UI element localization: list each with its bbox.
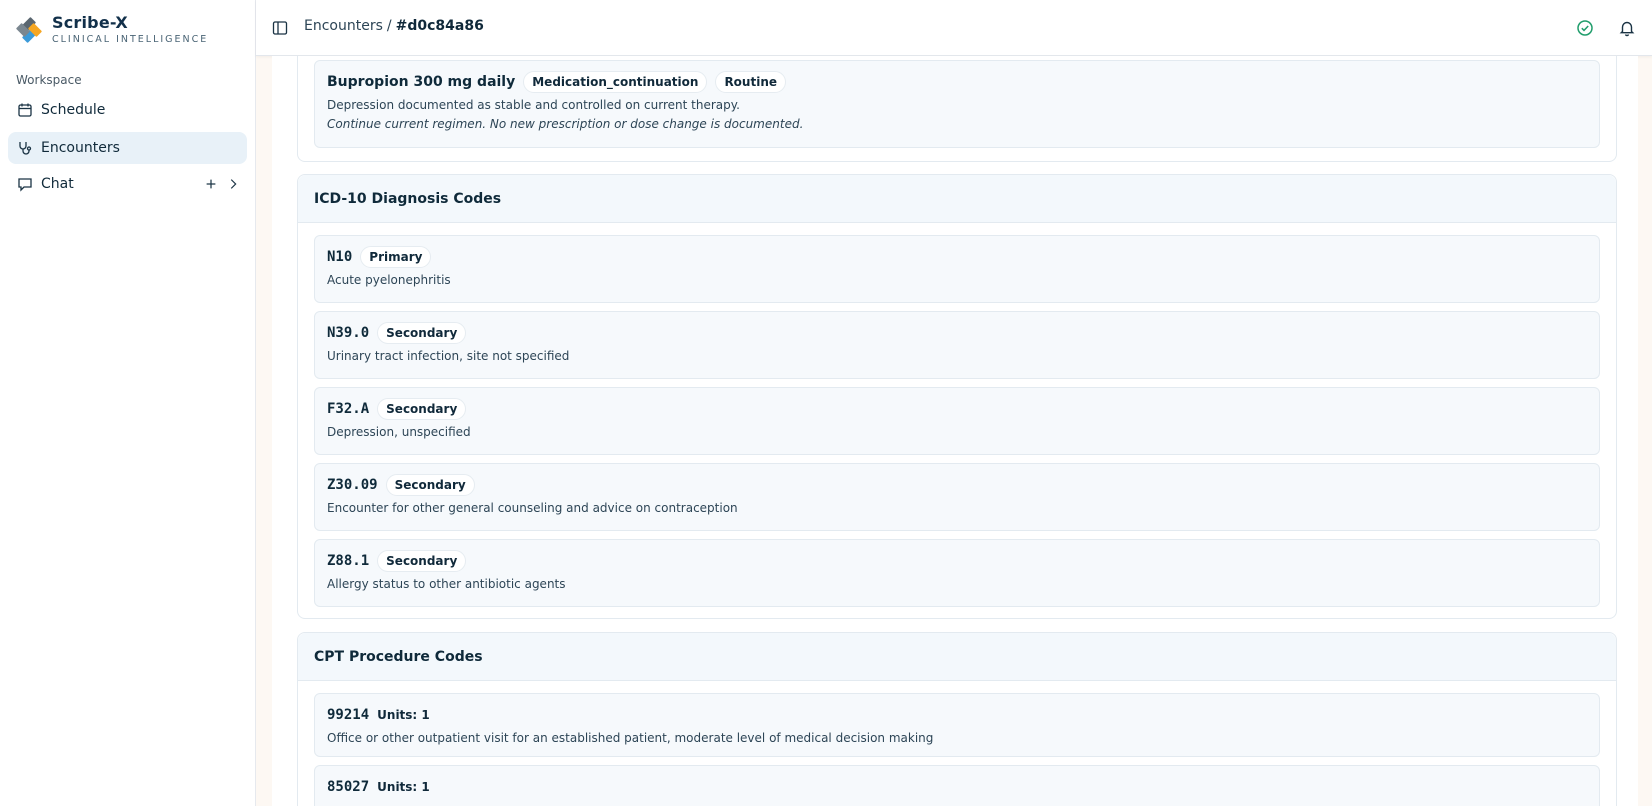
cpt-section-title: CPT Procedure Codes (298, 633, 1616, 681)
brand-tagline: CLINICAL INTELLIGENCE (52, 34, 209, 45)
sidebar-item-label: Encounters (41, 140, 120, 156)
icd-code: N39.0 (327, 325, 370, 341)
medication-description: Depression documented as stable and cont… (327, 98, 740, 112)
brand[interactable]: Scribe-X CLINICAL INTELLIGENCE (16, 14, 208, 46)
sidebar-item-encounters[interactable]: Encounters (8, 132, 247, 164)
icd-code-item[interactable]: N10 Primary Acute pyelonephritis (314, 235, 1600, 303)
icd-code: N10 (327, 249, 353, 265)
icd10-section: ICD-10 Diagnosis Codes N10 Primary Acute… (297, 174, 1617, 619)
rank-badge: Secondary (377, 398, 467, 420)
cpt-code-item[interactable]: 99214 Units: 1 Office or other outpatien… (314, 693, 1600, 757)
icd-description: Allergy status to other antibiotic agent… (327, 577, 566, 591)
medication-priority-badge: Routine (715, 71, 786, 93)
calendar-icon (17, 102, 33, 118)
breadcrumb-current: #d0c84a86 (395, 18, 484, 34)
icd-code: Z88.1 (327, 553, 370, 569)
brand-name: Scribe-X (52, 13, 128, 32)
breadcrumb-separator: / (386, 18, 392, 34)
medication-name: Bupropion 300 mg daily (327, 74, 516, 90)
medication-note: Continue current regimen. No new prescri… (327, 117, 804, 131)
icd-description: Encounter for other general counseling a… (327, 501, 738, 515)
cpt-code: 85027 (327, 779, 370, 795)
rank-badge: Primary (360, 246, 432, 268)
icd-description: Acute pyelonephritis (327, 273, 451, 287)
icd-description: Depression, unspecified (327, 425, 471, 439)
icd-code-item[interactable]: Z30.09 Secondary Encounter for other gen… (314, 463, 1600, 531)
icd10-section-title: ICD-10 Diagnosis Codes (298, 175, 1616, 223)
units-label: Units: 1 (377, 780, 430, 794)
medication-item[interactable]: Bupropion 300 mg daily Medication_contin… (314, 60, 1600, 148)
chevron-right-icon[interactable] (225, 176, 241, 192)
icd-code-item[interactable]: F32.A Secondary Depression, unspecified (314, 387, 1600, 455)
cpt-code: 99214 (327, 707, 370, 723)
breadcrumb: Encounters / #d0c84a86 (304, 18, 484, 34)
plus-icon[interactable] (203, 176, 219, 192)
icd-code-item[interactable]: Z88.1 Secondary Allergy status to other … (314, 539, 1600, 607)
icd-code: F32.A (327, 401, 370, 417)
notification-bell-icon[interactable] (1618, 19, 1636, 37)
top-header: Encounters / #d0c84a86 (256, 0, 1652, 56)
rank-badge: Secondary (377, 550, 467, 572)
units-label: Units: 1 (377, 708, 430, 722)
section-label-workspace: Workspace (16, 73, 82, 87)
cpt-description: Office or other outpatient visit for an … (327, 731, 934, 745)
scribe-x-logo-icon (16, 17, 42, 43)
icd-description: Urinary tract infection, site not specif… (327, 349, 570, 363)
medication-type-badge: Medication_continuation (523, 71, 708, 93)
icd-code-item[interactable]: N39.0 Secondary Urinary tract infection,… (314, 311, 1600, 379)
breadcrumb-encounters[interactable]: Encounters (304, 18, 383, 34)
status-check-icon[interactable] (1576, 19, 1594, 37)
sidebar-item-schedule[interactable]: Schedule (8, 94, 247, 126)
sidebar-item-label: Schedule (41, 102, 106, 118)
stethoscope-icon (17, 140, 33, 156)
medication-section: Bupropion 300 mg daily Medication_contin… (297, 56, 1617, 162)
sidebar-toggle-icon[interactable] (272, 20, 288, 36)
chat-icon (17, 176, 33, 192)
rank-badge: Secondary (385, 474, 475, 496)
rank-badge: Secondary (377, 322, 467, 344)
icd-code: Z30.09 (327, 477, 378, 493)
cpt-section: CPT Procedure Codes 99214 Units: 1 Offic… (297, 632, 1617, 806)
sidebar-item-chat[interactable]: Chat (8, 168, 247, 200)
sidebar-item-label: Chat (41, 176, 74, 192)
sidebar: Scribe-X CLINICAL INTELLIGENCE Workspace… (0, 0, 256, 806)
cpt-code-item[interactable]: 85027 Units: 1 (314, 765, 1600, 806)
